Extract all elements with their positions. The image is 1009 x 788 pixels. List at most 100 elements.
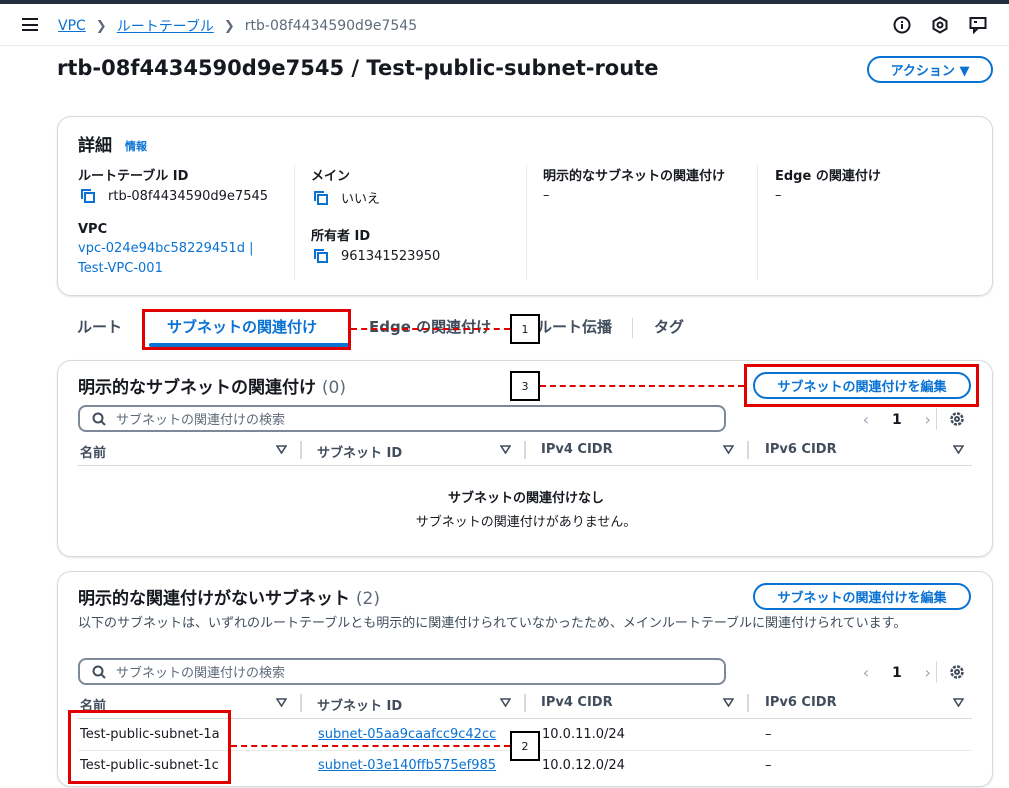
copy-icon[interactable] (313, 248, 329, 264)
vpc-label: VPC (78, 222, 108, 237)
annotation-box-subnet-tab (142, 309, 351, 350)
gear-icon[interactable] (948, 663, 966, 681)
annotation-box-edit-button (744, 364, 979, 407)
menu-icon[interactable] (22, 18, 38, 31)
breadcrumb: VPC ❯ ルートテーブル ❯ rtb-08f4434590d9e7545 (58, 16, 417, 36)
vpc-name-link[interactable]: Test-VPC-001 (78, 259, 268, 279)
column-divider (294, 165, 295, 280)
chevron-right-icon: ❯ (223, 18, 235, 34)
pagination: ‹ 1 › (858, 663, 936, 682)
sort-icon[interactable] (276, 698, 287, 707)
section-description: 以下のサブネットは、いずれのルートテーブルとも明示的に関連付けられていなかったた… (78, 616, 907, 631)
details-panel: 詳細 情報 ルートテーブル ID rtb-08f4434590d9e7545 V… (57, 116, 993, 296)
search-icon (92, 412, 106, 426)
tab-tags[interactable]: タグ (654, 316, 684, 337)
empty-state-title: サブネットの関連付けなし (447, 491, 604, 506)
info-link[interactable]: 情報 (125, 138, 147, 154)
ipv6-cidr: – (765, 758, 772, 773)
explicit-subnet-label: 明示的なサブネットの関連付け (543, 169, 726, 184)
sort-icon[interactable] (500, 698, 511, 707)
details-heading: 詳細 (78, 136, 112, 156)
column-ipv6-cidr[interactable]: IPv6 CIDR (765, 442, 837, 457)
ipv4-cidr: 10.0.12.0/24 (542, 758, 625, 773)
sort-icon[interactable] (953, 698, 964, 707)
callout-1: 1 (510, 314, 540, 344)
callout-3: 3 (510, 371, 540, 401)
owner-id-value: 961341523950 (311, 248, 440, 264)
main-value: いいえ (311, 188, 440, 207)
owner-id-label: 所有者 ID (311, 229, 371, 244)
top-navigation: VPC ❯ ルートテーブル ❯ rtb-08f4434590d9e7545 (0, 4, 1009, 46)
breadcrumb-route-tables[interactable]: ルートテーブル (117, 16, 214, 36)
prev-page-icon[interactable]: ‹ (858, 410, 874, 429)
annotation-line-3 (540, 385, 744, 387)
column-divider (524, 441, 526, 459)
gear-icon[interactable] (948, 410, 966, 428)
next-page-icon[interactable]: › (920, 410, 936, 429)
route-table-id-label: ルートテーブル ID (78, 169, 189, 184)
breadcrumb-vpc[interactable]: VPC (58, 18, 86, 34)
column-divider (747, 441, 749, 459)
sort-icon[interactable] (276, 445, 287, 454)
explicit-title-text: 明示的なサブネットの関連付け (78, 378, 316, 398)
search-placeholder: サブネットの関連付けの検索 (116, 666, 286, 681)
prev-page-icon[interactable]: ‹ (858, 663, 874, 682)
next-page-icon[interactable]: › (920, 663, 936, 682)
edge-association-label: Edge の関連付け (775, 169, 881, 184)
column-ipv4-cidr[interactable]: IPv4 CIDR (541, 442, 613, 457)
owner-id-text: 961341523950 (341, 248, 441, 264)
column-divider (300, 441, 302, 459)
tab-edge-associations[interactable]: Edge の関連付け (369, 316, 491, 337)
tab-routes[interactable]: ルート (77, 316, 122, 337)
annotation-line-2 (231, 745, 510, 747)
feedback-icon[interactable] (969, 16, 987, 34)
column-divider (757, 165, 758, 280)
explicit-associations-heading: 明示的なサブネットの関連付け (0) (78, 373, 346, 398)
search-input-2[interactable]: サブネットの関連付けの検索 (78, 658, 726, 685)
search-input[interactable]: サブネットの関連付けの検索 (78, 405, 726, 432)
empty-state-description: サブネットの関連付けがありません。 (415, 515, 637, 530)
column-ipv4-cidr[interactable]: IPv4 CIDR (541, 695, 613, 710)
sort-icon[interactable] (500, 445, 511, 454)
actions-button[interactable]: アクション ▼ (867, 56, 993, 83)
annotation-line-1 (351, 328, 510, 330)
vpc-link[interactable]: vpc-024e94bc58229451d | (78, 239, 268, 259)
pager-divider (936, 408, 937, 430)
column-subnet-id[interactable]: サブネット ID (317, 695, 402, 714)
annotation-box-subnet-names (68, 710, 231, 784)
column-subnet-id[interactable]: サブネット ID (317, 442, 402, 461)
page-number[interactable]: 1 (892, 665, 902, 681)
details-column-1: ルートテーブル ID rtb-08f4434590d9e7545 VPC vpc… (78, 165, 268, 279)
details-column-4: Edge の関連付け – (775, 165, 881, 203)
ipv6-cidr: – (765, 727, 772, 742)
sort-icon[interactable] (723, 445, 734, 454)
implicit-count: (2) (355, 589, 381, 609)
explicit-subnet-value: – (543, 188, 550, 203)
tab-divider (632, 318, 633, 338)
settings-hex-icon[interactable] (931, 16, 949, 34)
chevron-right-icon: ❯ (95, 18, 107, 34)
page-number[interactable]: 1 (892, 412, 902, 428)
table-header: 名前 サブネット ID IPv4 CIDR IPv6 CIDR (78, 436, 972, 466)
sort-icon[interactable] (953, 445, 964, 454)
column-ipv6-cidr[interactable]: IPv6 CIDR (765, 695, 837, 710)
details-column-2: メイン いいえ 所有者 ID 961341523950 (311, 165, 440, 264)
sort-icon[interactable] (723, 698, 734, 707)
edit-subnet-associations-button-2[interactable]: サブネットの関連付けを編集 (753, 583, 971, 610)
subnet-id-link[interactable]: subnet-05aa9caafcc9c42cc (318, 727, 496, 742)
info-icon[interactable] (893, 16, 911, 34)
details-column-3: 明示的なサブネットの関連付け – (543, 165, 725, 203)
edge-association-value: – (775, 188, 782, 203)
callout-2: 2 (510, 731, 540, 761)
copy-icon[interactable] (313, 190, 329, 206)
copy-icon[interactable] (80, 188, 96, 204)
route-table-id-text: rtb-08f4434590d9e7545 (108, 188, 269, 204)
search-icon (92, 665, 106, 679)
breadcrumb-current: rtb-08f4434590d9e7545 (244, 18, 418, 34)
column-name[interactable]: 名前 (80, 442, 106, 461)
column-divider (524, 694, 526, 712)
ipv4-cidr: 10.0.11.0/24 (542, 727, 625, 742)
route-table-id-value: rtb-08f4434590d9e7545 (78, 188, 268, 204)
subnet-id-link[interactable]: subnet-03e140ffb575ef985 (318, 758, 496, 773)
tab-route-propagation[interactable]: ルート伝播 (537, 316, 612, 337)
